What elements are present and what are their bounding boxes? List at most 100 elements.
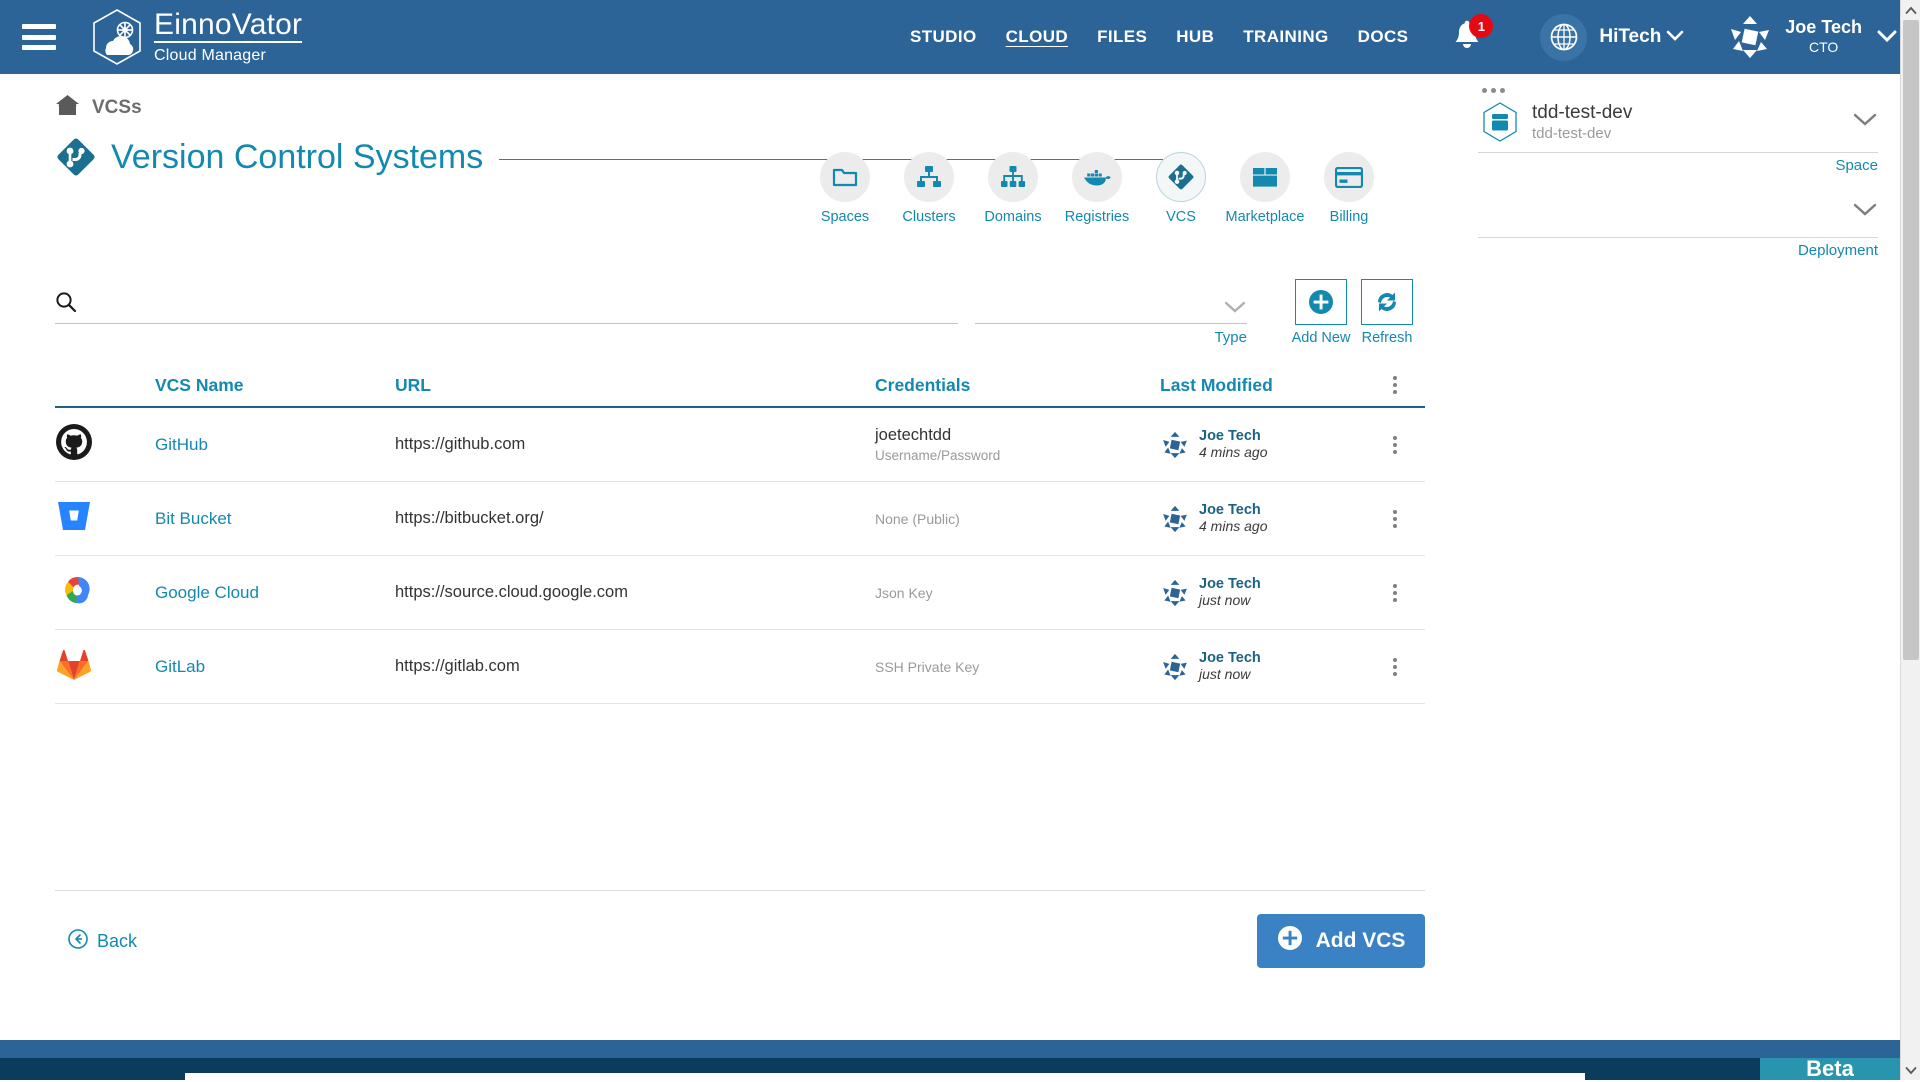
chevron-down-icon: [1223, 300, 1247, 319]
type-filter-label: Type: [1214, 329, 1247, 346]
modified-time: just now: [1199, 666, 1251, 683]
user-menu[interactable]: Joe Tech CTO: [1726, 13, 1898, 61]
vcs-name-link[interactable]: GitLab: [155, 657, 205, 676]
table-row[interactable]: GitHub https://github.com joetechtdd Use…: [55, 408, 1425, 482]
search-icon: [55, 291, 77, 318]
nav-item-studio[interactable]: STUDIO: [910, 27, 977, 47]
globe-icon: [1540, 13, 1588, 61]
refresh-icon: [1361, 279, 1413, 325]
col-vcs-name[interactable]: VCS Name: [155, 375, 395, 396]
home-icon[interactable]: [55, 94, 80, 122]
type-select[interactable]: [975, 286, 1247, 324]
vertical-scrollbar[interactable]: [1900, 0, 1920, 1080]
modified-time: 4 mins ago: [1199, 518, 1268, 535]
table-row[interactable]: Bit Bucket https://bitbucket.org/ None (…: [55, 482, 1425, 556]
table-header-row: VCS Name URL Credentials Last Modified: [55, 364, 1425, 408]
box-icon: [1240, 152, 1290, 202]
brand-logo[interactable]: EinnoVator Cloud Manager: [86, 6, 303, 68]
breadcrumb-label[interactable]: VCSs: [92, 97, 142, 119]
hamburger-icon[interactable]: [22, 24, 56, 50]
scrollbar-thumb[interactable]: [1903, 20, 1919, 660]
nav-item-docs[interactable]: DOCS: [1358, 27, 1409, 47]
vcs-name-link[interactable]: GitHub: [155, 435, 208, 454]
scroll-down-arrow-icon[interactable]: [1901, 1060, 1920, 1080]
space-title: tdd-test-dev: [1532, 102, 1633, 124]
table-row[interactable]: GitLab https://gitlab.com SSH Private Ke…: [55, 630, 1425, 704]
modified-time: 4 mins ago: [1199, 444, 1268, 461]
nav-item-cloud[interactable]: CLOUD: [1006, 27, 1068, 47]
toolbar-item-domains[interactable]: Domains: [984, 152, 1042, 225]
vcs-name-cell: GitLab: [155, 657, 395, 677]
side-panel-space[interactable]: tdd-test-dev tdd-test-dev Space: [1478, 100, 1878, 174]
vcs-url-cell: https://gitlab.com: [395, 657, 520, 675]
kebab-menu-icon[interactable]: [1393, 435, 1397, 454]
vcs-name-link[interactable]: Bit Bucket: [155, 509, 232, 528]
taskbar-strip: [185, 1073, 1585, 1080]
credential-type: None (Public): [875, 510, 960, 527]
org-name: HiTech: [1599, 26, 1662, 47]
kebab-menu-icon[interactable]: [1393, 376, 1397, 394]
toolbar-item-clusters[interactable]: Clusters: [902, 152, 956, 225]
github-icon: [55, 423, 155, 466]
add-new-label: Add New: [1291, 330, 1351, 346]
toolbar-item-billing[interactable]: Billing: [1324, 152, 1374, 225]
toolbar-label: Billing: [1329, 209, 1369, 225]
brand-name: EinnoVator: [154, 9, 303, 44]
kebab-menu-icon[interactable]: [1393, 509, 1397, 528]
add-vcs-button[interactable]: Add VCS: [1257, 914, 1425, 968]
toolbar-label: Registries: [1064, 209, 1130, 225]
kebab-menu-icon[interactable]: [1393, 657, 1397, 676]
side-panel-deployment[interactable]: Deployment: [1478, 194, 1878, 259]
credential-type: SSH Private Key: [875, 658, 980, 675]
chevron-down-icon[interactable]: [1852, 202, 1878, 222]
vcs-credentials-cell: None (Public): [875, 511, 1160, 527]
chevron-down-icon[interactable]: [1852, 112, 1878, 132]
toolbar-item-spaces[interactable]: Spaces: [820, 152, 870, 225]
table-actions: Add New Refresh: [1292, 279, 1413, 346]
arrow-left-circle-icon: [68, 929, 88, 954]
modified-time: just now: [1199, 592, 1251, 609]
notifications-button[interactable]: 1: [1450, 14, 1494, 55]
org-switcher[interactable]: HiTech: [1540, 13, 1684, 61]
modified-by: Joe Tech: [1199, 427, 1261, 444]
top-header: EinnoVator Cloud Manager STUDIO CLOUD FI…: [0, 0, 1920, 74]
toolbar-label: Clusters: [902, 209, 956, 225]
toolbar-item-vcs[interactable]: VCS: [1156, 152, 1206, 225]
col-credentials[interactable]: Credentials: [875, 375, 1160, 396]
kebab-menu-icon[interactable]: [1393, 583, 1397, 602]
nav-item-files[interactable]: FILES: [1097, 27, 1147, 47]
nav-item-hub[interactable]: HUB: [1176, 27, 1214, 47]
vcs-url-cell: https://bitbucket.org/: [395, 509, 544, 527]
section-toolbar: Spaces Clusters Domains Registries VCS M…: [820, 152, 1374, 225]
search-input[interactable]: [91, 294, 958, 315]
back-button[interactable]: Back: [68, 929, 137, 954]
vcs-diamond-icon: [1156, 152, 1206, 202]
search-bar[interactable]: [55, 286, 958, 324]
avatar: [1160, 429, 1190, 460]
plus-circle-icon: [1277, 925, 1303, 957]
toolbar-label: Marketplace: [1225, 209, 1305, 225]
more-dots-icon[interactable]: [1482, 88, 1505, 93]
avatar: [1160, 577, 1190, 608]
nav-item-training[interactable]: TRAINING: [1243, 27, 1328, 47]
context-side-panel: tdd-test-dev tdd-test-dev Space Deployme…: [1463, 74, 1900, 1080]
vcs-name-link[interactable]: Google Cloud: [155, 583, 259, 602]
add-vcs-label: Add VCS: [1315, 929, 1406, 952]
main-content: VCSs Version Control Systems Spaces Clus…: [0, 74, 1463, 1080]
table-row[interactable]: Google Cloud https://source.cloud.google…: [55, 556, 1425, 630]
vcs-url-cell: https://source.cloud.google.com: [395, 583, 628, 601]
col-last-modified[interactable]: Last Modified: [1160, 375, 1365, 396]
beta-badge[interactable]: Beta: [1760, 1056, 1900, 1081]
table-footer-divider: [55, 890, 1425, 891]
add-new-button[interactable]: Add New: [1292, 279, 1350, 346]
toolbar-label: Spaces: [820, 209, 870, 225]
refresh-button[interactable]: Refresh: [1361, 279, 1413, 346]
folder-icon: [820, 152, 870, 202]
scroll-up-arrow-icon[interactable]: [1901, 0, 1920, 20]
col-url[interactable]: URL: [395, 375, 875, 396]
toolbar-item-registries[interactable]: Registries: [1065, 152, 1129, 225]
toolbar-item-marketplace[interactable]: Marketplace: [1226, 152, 1305, 225]
type-filter[interactable]: Type: [975, 286, 1247, 346]
main-navigation: STUDIO CLOUD FILES HUB TRAINING DOCS: [910, 27, 1408, 47]
refresh-label: Refresh: [1361, 330, 1413, 346]
